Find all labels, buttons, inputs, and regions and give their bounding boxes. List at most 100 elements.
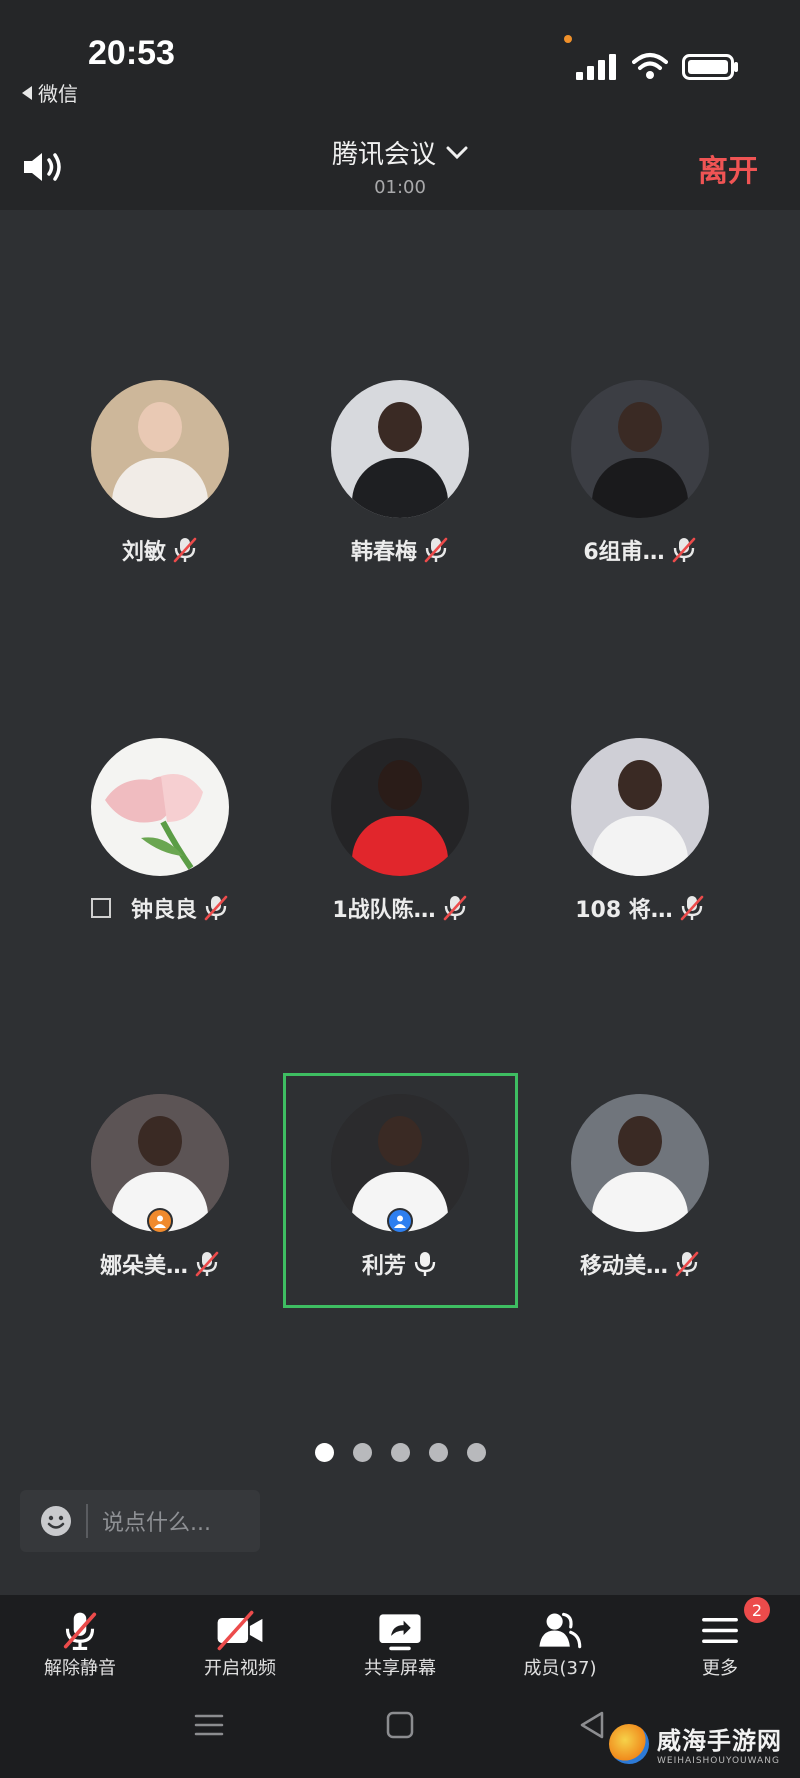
avatar-body: [352, 458, 448, 518]
participant-tile[interactable]: 娜朵美…: [40, 1094, 280, 1280]
watermark-text: 威海手游网: [657, 1727, 782, 1755]
chat-input[interactable]: 说点什么...: [20, 1490, 260, 1552]
clock: 20:53: [88, 34, 175, 72]
signal-icon: [576, 54, 616, 80]
back-to-app-button[interactable]: 微信: [22, 78, 78, 107]
mic-muted-icon: [442, 894, 468, 922]
tulip-flower-icon: [105, 774, 203, 870]
watermark-logo-icon: [609, 1723, 649, 1764]
participant-name: 刘敏: [121, 540, 166, 565]
mic-muted-icon: [203, 894, 229, 922]
mic-muted-icon: [671, 536, 697, 564]
meeting-toolbar: 解除静音 开启视频 共享屏幕 成员(37) 更多 2: [0, 1595, 800, 1680]
active-speaker-frame: [283, 1073, 518, 1308]
chevron-down-icon: [446, 146, 468, 159]
recent-apps-icon[interactable]: [194, 1710, 224, 1740]
page-dot[interactable]: [352, 1443, 372, 1462]
more-label: 更多: [702, 1658, 738, 1679]
back-icon[interactable]: [578, 1710, 606, 1740]
avatar-head: [378, 402, 422, 452]
mic-muted-icon: [194, 1250, 220, 1278]
start-video-label: 开启视频: [204, 1658, 276, 1679]
avatar-body: [112, 458, 208, 518]
back-triangle-icon: [22, 85, 32, 100]
participant-tile[interactable]: 钟良良: [40, 738, 280, 924]
start-video-button[interactable]: 开启视频: [160, 1595, 320, 1680]
participant-tile[interactable]: 移动美…: [520, 1094, 760, 1280]
participant-name: 娜朵美…: [99, 1254, 188, 1279]
back-app-label: 微信: [38, 82, 78, 106]
avatar: [571, 738, 709, 876]
chat-placeholder: 说点什么...: [102, 1511, 211, 1536]
wifi-icon: [632, 53, 668, 79]
meeting-title: 腾讯会议: [331, 140, 436, 170]
participant-tile[interactable]: 108 将…: [520, 738, 760, 924]
avatar: [91, 380, 229, 518]
participant-name: 移动美…: [579, 1254, 668, 1279]
mic-muted-icon: [63, 1612, 97, 1650]
watermark: 威海手游网 WEIHAISHOUYOUWANG: [609, 1721, 782, 1766]
avatar-head: [618, 402, 662, 452]
participant-tile[interactable]: 6组甫…: [520, 380, 760, 566]
avatar: [571, 1094, 709, 1232]
home-icon[interactable]: [386, 1710, 414, 1740]
avatar-head: [618, 1116, 662, 1166]
avatar-body: [592, 1172, 688, 1232]
participant-name: 韩春梅: [350, 540, 417, 565]
system-icons: [576, 52, 740, 80]
leave-button[interactable]: 离开: [698, 146, 758, 190]
video-off-icon: [217, 1610, 263, 1651]
menu-icon: [702, 1617, 738, 1644]
participant-name: 1战队陈…: [332, 898, 436, 923]
page-dot[interactable]: [390, 1443, 410, 1462]
mic-muted-icon: [172, 536, 198, 564]
page-dot[interactable]: [466, 1443, 486, 1462]
privacy-indicator-dot: [564, 35, 572, 43]
system-navigation-bar: 威海手游网 WEIHAISHOUYOUWANG: [0, 1680, 800, 1778]
participant-name: 6组甫…: [583, 540, 665, 565]
page-dot[interactable]: [428, 1443, 448, 1462]
avatar: [571, 380, 709, 518]
emoji-icon[interactable]: [40, 1505, 72, 1537]
meeting-header: 腾讯会议 01:00 离开: [0, 110, 800, 210]
divider: [86, 1504, 88, 1538]
mic-muted-icon: [423, 536, 449, 564]
avatar-body: [592, 458, 688, 518]
share-screen-icon: [379, 1614, 421, 1651]
avatar-body: [352, 816, 448, 876]
unmute-label: 解除静音: [44, 1658, 116, 1679]
avatar-head: [618, 760, 662, 810]
participant-tile[interactable]: 刘敏: [40, 380, 280, 566]
avatar-head: [378, 760, 422, 810]
members-button[interactable]: 成员(37): [480, 1595, 640, 1680]
meeting-title-group[interactable]: 腾讯会议 01:00: [0, 134, 800, 198]
page-indicator: [0, 1443, 800, 1462]
participant-tile[interactable]: 1战队陈…: [280, 738, 520, 924]
avatar: [91, 1094, 229, 1234]
mic-muted-icon: [679, 894, 705, 922]
avatar: [331, 380, 469, 518]
members-label: 成员(37): [523, 1658, 597, 1679]
meeting-duration: 01:00: [374, 177, 426, 198]
more-button[interactable]: 更多 2: [640, 1595, 800, 1680]
avatar-head: [138, 1116, 182, 1166]
share-screen-label: 共享屏幕: [364, 1658, 436, 1679]
avatar-body: [592, 816, 688, 876]
participant-name: 钟良良: [130, 898, 197, 923]
members-icon: [539, 1612, 582, 1649]
unmute-button[interactable]: 解除静音: [0, 1595, 160, 1680]
mic-muted-icon: [674, 1250, 700, 1278]
avatar: [91, 738, 229, 876]
avatar-head: [138, 402, 182, 452]
page-dot-active[interactable]: [314, 1443, 334, 1462]
checkbox-icon: [90, 898, 111, 918]
participant-name: 108 将…: [575, 898, 673, 923]
participant-tile[interactable]: 韩春梅: [280, 380, 520, 566]
notification-badge: 2: [744, 1597, 770, 1623]
watermark-subtext: WEIHAISHOUYOUWANG: [657, 1756, 780, 1766]
share-screen-button[interactable]: 共享屏幕: [320, 1595, 480, 1680]
avatar: [331, 738, 469, 876]
status-bar: 20:53 微信: [0, 0, 800, 110]
host-badge-icon: [147, 1208, 173, 1234]
battery-icon: [682, 54, 738, 80]
